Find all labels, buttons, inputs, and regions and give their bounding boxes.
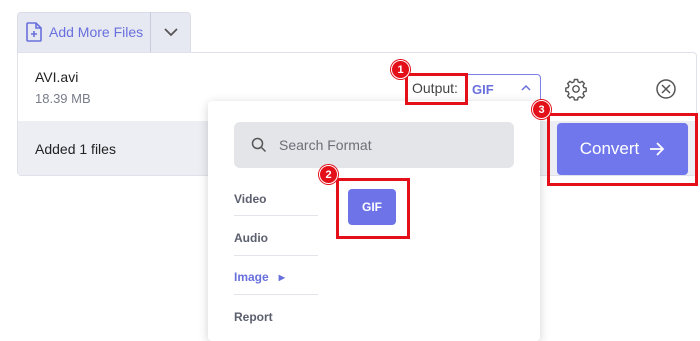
- gear-icon[interactable]: [564, 77, 588, 101]
- category-label: Audio: [234, 231, 268, 245]
- category-divider: [234, 255, 318, 256]
- highlight-output: [405, 73, 468, 105]
- output-format-value: GIF: [472, 81, 494, 97]
- file-plus-icon: [26, 22, 42, 42]
- highlight-convert: [547, 113, 698, 186]
- add-files-dropdown-button[interactable]: [151, 12, 191, 52]
- add-more-files-button[interactable]: Add More Files: [17, 12, 150, 52]
- chevron-down-icon: [164, 28, 178, 37]
- category-divider: [234, 215, 318, 216]
- close-icon[interactable]: [654, 77, 678, 101]
- step-badge-2: 2: [319, 165, 338, 184]
- step-badge-3: 3: [532, 100, 551, 119]
- file-size: 18.39 MB: [35, 91, 91, 106]
- output-format-select[interactable]: GIF: [465, 74, 541, 104]
- caret-right-icon: ▶: [278, 272, 285, 282]
- added-files-status: Added 1 files: [35, 141, 116, 157]
- chevron-up-icon: [521, 84, 531, 91]
- category-video[interactable]: Video: [234, 180, 318, 218]
- step-badge-1: 1: [391, 60, 410, 79]
- category-label: Image: [234, 270, 269, 284]
- highlight-gif-option: [336, 178, 410, 239]
- category-divider: [234, 294, 318, 295]
- category-image[interactable]: Image ▶: [234, 258, 318, 296]
- search-format-box[interactable]: [234, 122, 514, 168]
- add-more-files-label: Add More Files: [49, 24, 144, 40]
- search-format-input[interactable]: [277, 136, 501, 154]
- file-name: AVI.avi: [35, 69, 79, 85]
- category-audio[interactable]: Audio: [234, 219, 318, 257]
- search-icon: [251, 137, 267, 153]
- category-label: Report: [234, 310, 273, 324]
- category-label: Video: [234, 192, 267, 206]
- category-report[interactable]: Report: [234, 298, 318, 336]
